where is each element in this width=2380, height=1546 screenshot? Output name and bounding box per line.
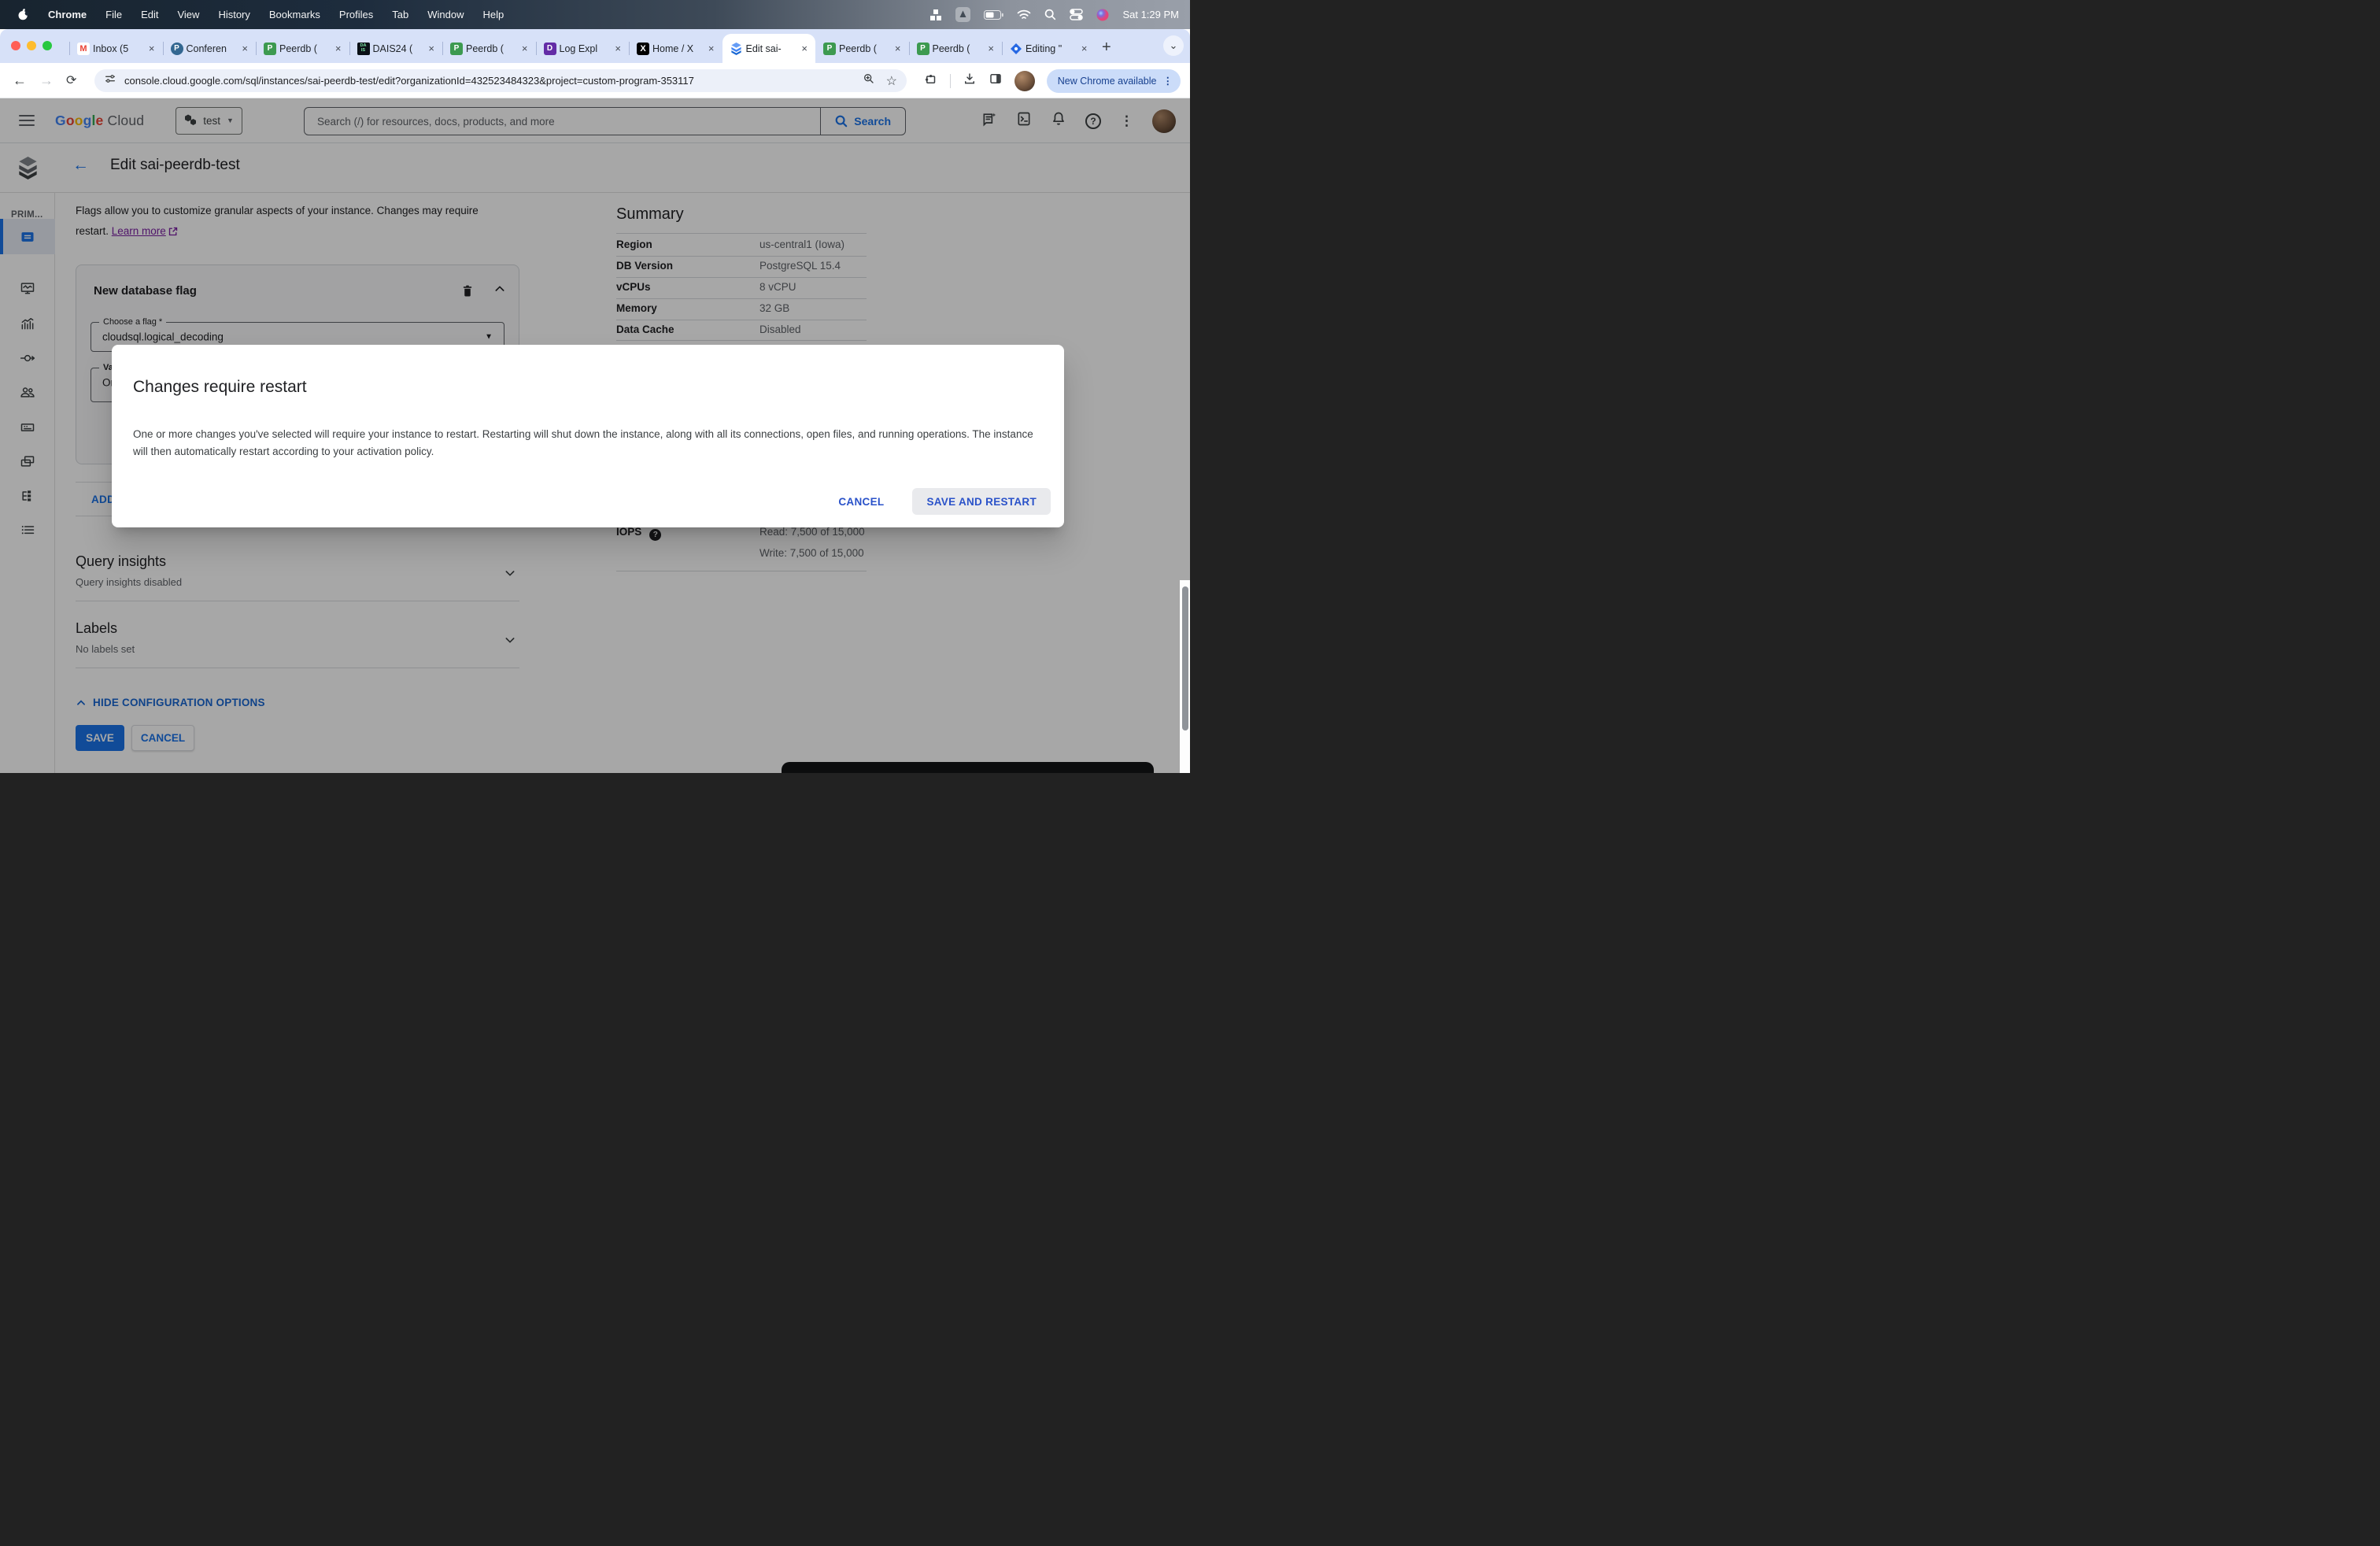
- menu-profiles[interactable]: Profiles: [339, 9, 373, 20]
- url-text[interactable]: console.cloud.google.com/sql/instances/s…: [124, 75, 855, 87]
- screen: Chrome File Edit View History Bookmarks …: [0, 0, 1190, 773]
- close-icon[interactable]: ×: [240, 43, 249, 54]
- reload-icon[interactable]: ⟳: [66, 72, 76, 88]
- wifi-icon[interactable]: [1017, 9, 1031, 20]
- minimize-window-button[interactable]: [27, 41, 36, 50]
- toolbar-divider: [949, 73, 951, 88]
- menu-file[interactable]: File: [105, 9, 122, 20]
- forward-icon[interactable]: →: [39, 72, 54, 89]
- site-settings-icon[interactable]: [104, 72, 116, 89]
- address-bar[interactable]: console.cloud.google.com/sql/instances/s…: [94, 69, 907, 92]
- x-twitter-icon: X: [637, 42, 649, 55]
- menu-tab[interactable]: Tab: [392, 9, 408, 20]
- menu-help[interactable]: Help: [483, 9, 504, 20]
- zoom-window-button[interactable]: [42, 41, 52, 50]
- tab-strip: M Inbox (5 × P Conferen × P Peerdb ( × D…: [0, 29, 1190, 63]
- tab-peerdb-1[interactable]: P Peerdb ( ×: [256, 34, 349, 63]
- blue-pin-icon: [1010, 43, 1022, 55]
- close-icon[interactable]: ×: [613, 43, 623, 54]
- save-and-restart-button[interactable]: SAVE AND RESTART: [912, 488, 1051, 515]
- close-icon[interactable]: ×: [520, 43, 530, 54]
- cloudsql-icon: [730, 42, 743, 55]
- tab-gmail-inbox[interactable]: M Inbox (5 ×: [69, 34, 163, 63]
- menubar-clock[interactable]: Sat 1:29 PM: [1122, 9, 1179, 20]
- menu-edit[interactable]: Edit: [141, 9, 158, 20]
- dialog-body: One or more changes you've selected will…: [133, 428, 1033, 457]
- menu-view[interactable]: View: [177, 9, 199, 20]
- dialog-cancel-button[interactable]: CANCEL: [830, 490, 892, 514]
- close-icon[interactable]: ×: [707, 43, 716, 54]
- peerdb-icon: P: [916, 42, 929, 55]
- postgresql-icon: P: [170, 42, 183, 55]
- close-window-button[interactable]: [11, 41, 20, 50]
- stage-manager-icon[interactable]: [929, 9, 942, 21]
- macos-menubar: Chrome File Edit View History Bookmarks …: [0, 0, 1190, 29]
- tab-editing[interactable]: Editing " ×: [1002, 34, 1096, 63]
- dais-icon: DA IS: [357, 42, 370, 55]
- spotlight-icon[interactable]: [1044, 9, 1056, 20]
- scrollbar-track[interactable]: [1180, 580, 1190, 773]
- browser-profile-avatar[interactable]: [1014, 70, 1035, 91]
- peerdb-icon: P: [264, 42, 276, 55]
- scrollbar-thumb[interactable]: [1182, 586, 1188, 730]
- close-icon[interactable]: ×: [986, 43, 996, 54]
- close-icon[interactable]: ×: [800, 43, 809, 54]
- datadog-icon: D: [543, 42, 556, 55]
- dialog-title: Changes require restart: [133, 378, 307, 396]
- new-tab-button[interactable]: +: [1102, 37, 1111, 57]
- close-icon[interactable]: ×: [1080, 43, 1089, 54]
- menu-bookmarks[interactable]: Bookmarks: [269, 9, 320, 20]
- tab-conference[interactable]: P Conferen ×: [162, 34, 257, 63]
- close-icon[interactable]: ×: [147, 43, 157, 54]
- menu-chrome[interactable]: Chrome: [48, 9, 87, 20]
- tab-search-chevron-icon[interactable]: ⌄: [1163, 35, 1184, 56]
- tab-log-explorer[interactable]: D Log Expl ×: [535, 34, 630, 63]
- peerdb-icon: P: [823, 42, 836, 55]
- zoom-page-icon[interactable]: [863, 72, 875, 89]
- browser-toolbar: ← → ⟳ console.cloud.google.com/sql/insta…: [0, 63, 1190, 98]
- back-icon[interactable]: ←: [13, 72, 27, 89]
- peerdb-icon: P: [450, 42, 463, 55]
- close-icon[interactable]: ×: [334, 43, 343, 54]
- menu-window[interactable]: Window: [427, 9, 464, 20]
- download-icon[interactable]: [963, 72, 977, 90]
- close-icon[interactable]: ×: [427, 43, 436, 54]
- tab-dais24[interactable]: DA IS DAIS24 ( ×: [349, 34, 443, 63]
- chrome-update-pill[interactable]: New Chrome available ⋮: [1046, 68, 1181, 93]
- tab-x-home[interactable]: X Home / X ×: [629, 34, 722, 63]
- more-menu-icon[interactable]: ⋮: [1163, 75, 1173, 87]
- battery-icon[interactable]: [984, 9, 1004, 20]
- side-panel-icon[interactable]: [989, 72, 1003, 90]
- control-center-icon[interactable]: [1070, 9, 1084, 20]
- extensions-icon[interactable]: [924, 72, 938, 90]
- siri-icon[interactable]: [1096, 9, 1109, 21]
- menubar-app-icon[interactable]: [955, 7, 971, 22]
- restart-dialog: Changes require restart One or more chan…: [112, 345, 1064, 527]
- apple-icon[interactable]: [17, 8, 29, 21]
- bottom-window-bar: [782, 762, 1154, 773]
- menu-history[interactable]: History: [218, 9, 249, 20]
- gmail-icon: M: [77, 42, 90, 55]
- tab-peerdb-4[interactable]: P Peerdb ( ×: [908, 34, 1003, 63]
- close-icon[interactable]: ×: [893, 43, 903, 54]
- tab-edit-sai-active[interactable]: Edit sai- ×: [722, 34, 815, 63]
- bookmark-star-icon[interactable]: ☆: [886, 73, 897, 89]
- tab-peerdb-2[interactable]: P Peerdb ( ×: [442, 34, 536, 63]
- tab-peerdb-3[interactable]: P Peerdb ( ×: [815, 34, 909, 63]
